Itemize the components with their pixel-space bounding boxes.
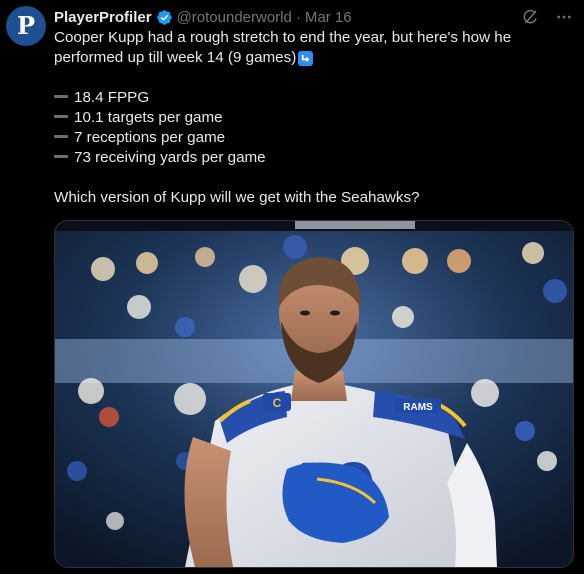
dash-emoji — [54, 135, 68, 138]
stat-text: 7 receptions per game — [74, 129, 226, 146]
tweet-line: Cooper Kupp had a rough stretch to end t… — [54, 29, 512, 46]
more-icon[interactable] — [554, 7, 574, 27]
tweet-line: Which version of Kupp will we get with t… — [54, 189, 420, 206]
stat-text: 10.1 targets per game — [74, 109, 223, 126]
avatar-monogram: P — [16, 11, 36, 40]
dash-emoji — [54, 115, 68, 118]
display-name[interactable]: PlayerProfiler — [54, 9, 152, 26]
dash-emoji — [54, 155, 68, 158]
tweet-header: PlayerProfiler @rotounderworld · Mar 16 — [54, 7, 574, 27]
captain-patch: C — [273, 396, 282, 410]
jersey-brand: RAMS — [403, 402, 433, 413]
tweet-photo[interactable]: 10 RAMS C — [54, 220, 574, 568]
tweet-date[interactable]: Mar 16 — [305, 9, 352, 26]
player-photo: 10 RAMS C — [55, 221, 573, 567]
stat-text: 73 receiving yards per game — [74, 149, 266, 166]
stat-line: 18.4 FPPG — [54, 88, 574, 108]
stat-line: 73 receiving yards per game — [54, 148, 574, 168]
stat-text: 18.4 FPPG — [74, 89, 150, 106]
stat-line: 7 receptions per game — [54, 128, 574, 148]
dash-emoji — [54, 95, 68, 98]
arrow-down-right-emoji — [298, 51, 314, 66]
grok-icon[interactable] — [520, 7, 540, 27]
avatar[interactable]: P — [6, 6, 46, 46]
tweet-line: performed up till week 14 (9 games) — [54, 49, 297, 66]
header-actions — [520, 7, 574, 27]
verified-badge-icon[interactable] — [156, 9, 173, 26]
stat-line: 10.1 targets per game — [54, 108, 574, 128]
separator-dot: · — [295, 8, 301, 26]
tweet-line-with-emoji: performed up till week 14 (9 games) — [54, 48, 574, 68]
tweet-text: Cooper Kupp had a rough stretch to end t… — [54, 28, 574, 208]
handle[interactable]: @rotounderworld — [177, 9, 292, 26]
